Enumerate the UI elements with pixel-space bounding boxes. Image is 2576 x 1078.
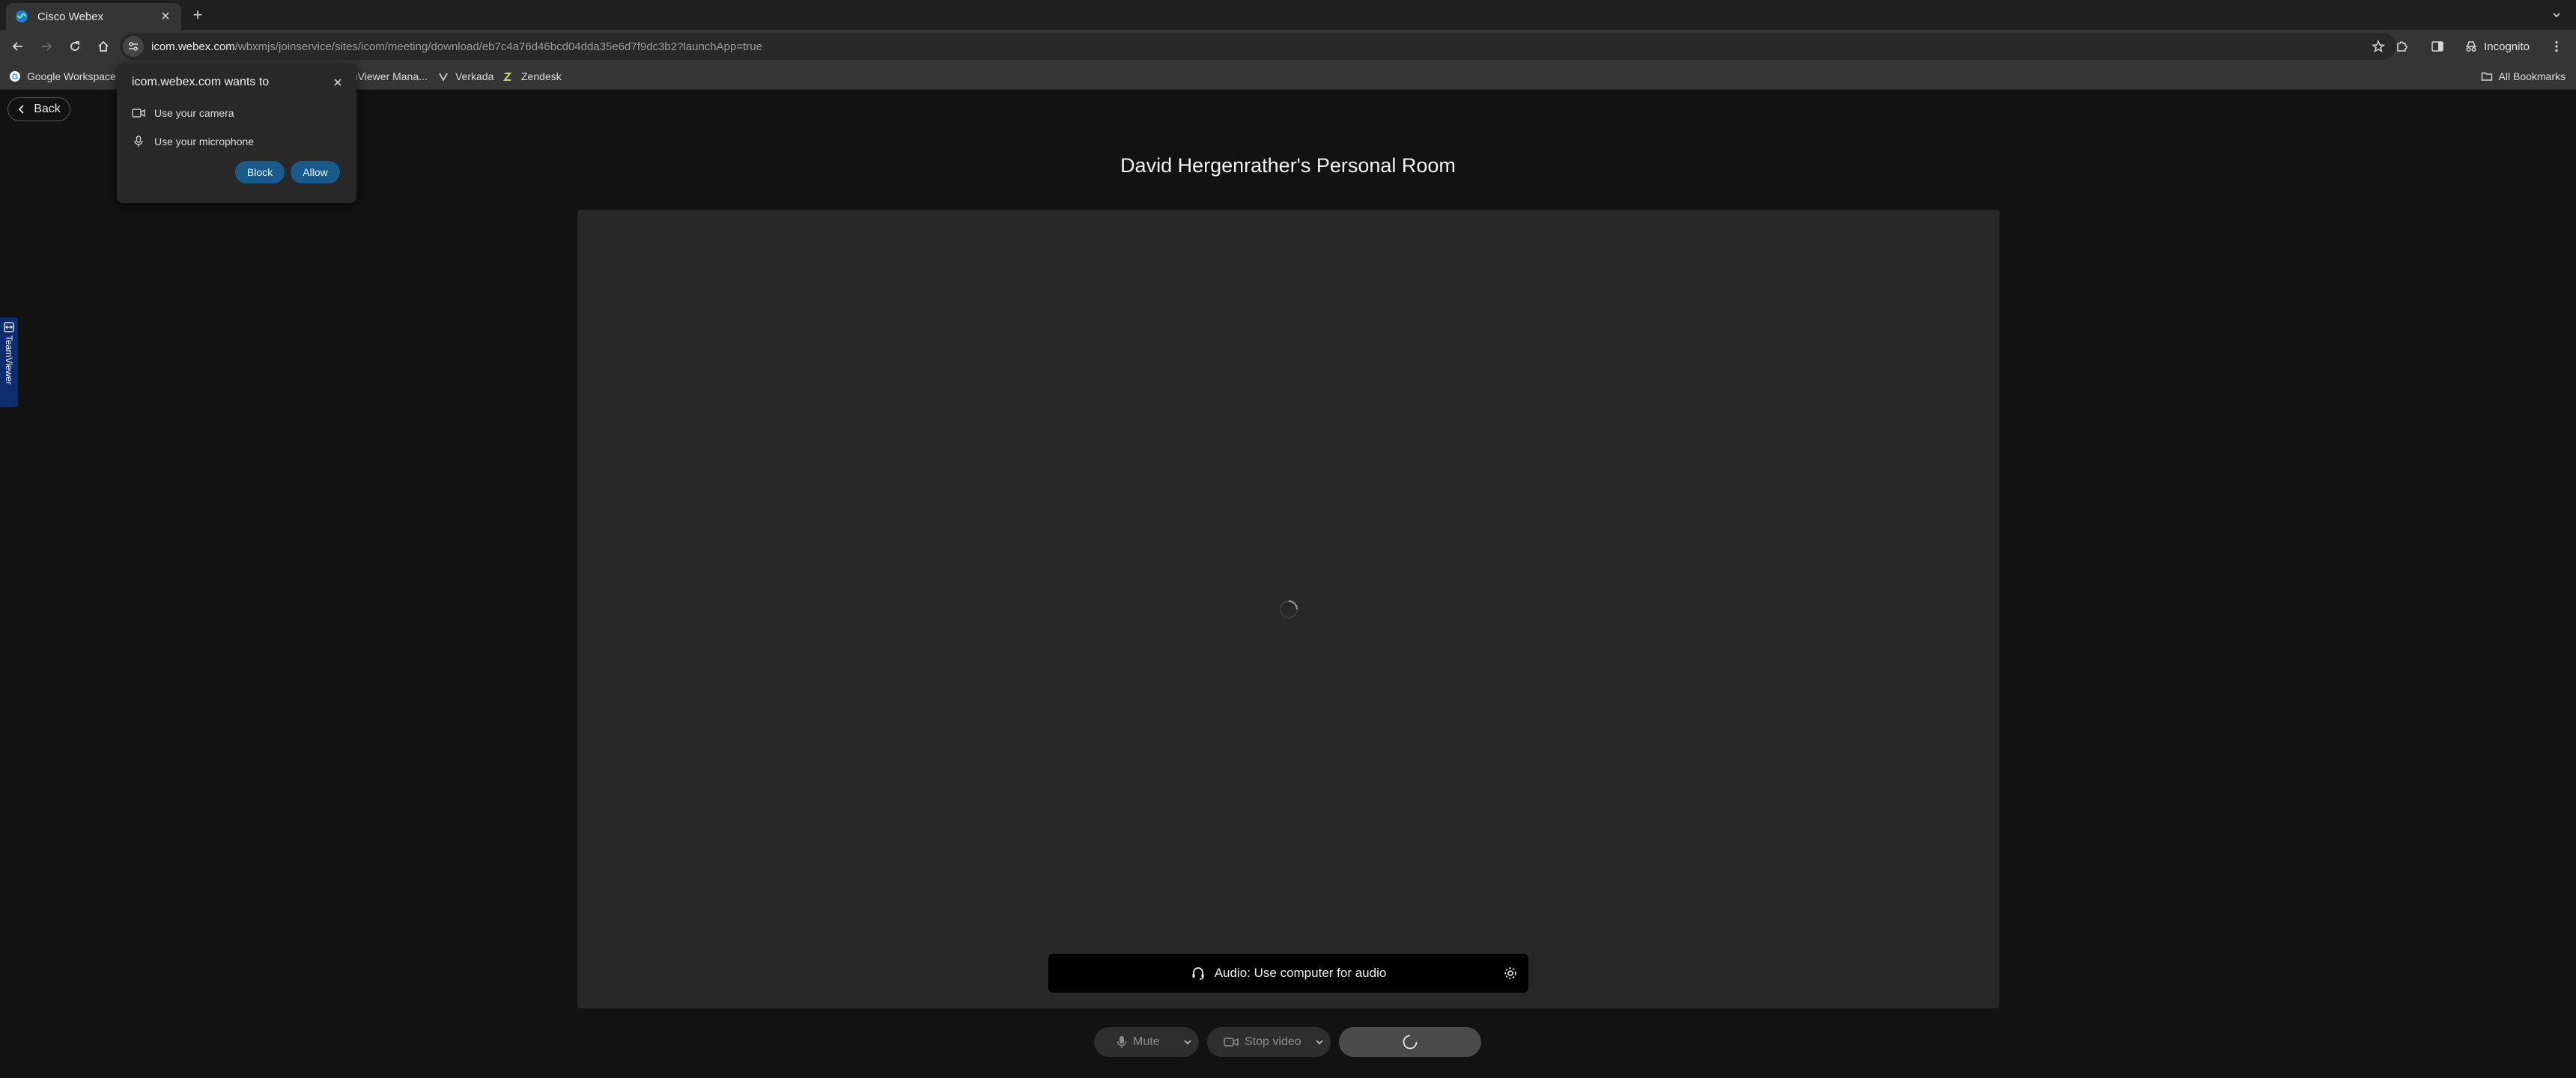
permission-camera-label: Use your camera	[154, 107, 234, 119]
home-icon	[98, 40, 109, 52]
video-camera-icon	[1224, 1038, 1239, 1047]
google-icon: G	[9, 70, 21, 82]
audio-settings-button[interactable]	[1501, 964, 1519, 982]
teamviewer-tab-label: TeamViewer	[4, 335, 14, 385]
video-options-button[interactable]	[1308, 1027, 1331, 1057]
camera-icon	[132, 109, 145, 118]
reload-icon	[70, 41, 79, 51]
tab-title: Cisco Webex	[37, 10, 104, 23]
reload-button[interactable]	[61, 33, 88, 60]
bookmark-label: Google Workspace	[27, 70, 116, 82]
chevron-down-icon	[1184, 1040, 1191, 1045]
browser-toolbar: icom.webex.com/wbxmjs/joinservice/sites/…	[0, 30, 2576, 63]
meeting-controls: Mute Stop video	[0, 1027, 2576, 1057]
incognito-indicator[interactable]: Incognito	[2455, 34, 2539, 58]
back-label: Back	[34, 103, 61, 115]
permission-title: icom.webex.com wants to	[132, 76, 270, 88]
chevron-down-icon	[2553, 13, 2560, 18]
join-meeting-button[interactable]	[1339, 1027, 1481, 1057]
bookmark-zendesk[interactable]: Zendesk	[503, 63, 562, 90]
allow-button[interactable]: Allow	[291, 161, 340, 183]
side-panel-button[interactable]	[2424, 33, 2451, 60]
mute-options-button[interactable]	[1176, 1027, 1199, 1057]
folder-icon	[2481, 70, 2493, 82]
close-icon[interactable]	[331, 76, 344, 89]
permission-camera-row: Use your camera	[132, 107, 234, 119]
bookmark-verkada[interactable]: Verkada	[437, 63, 493, 90]
more-vert-icon	[2555, 40, 2558, 52]
permission-microphone-row: Use your microphone	[132, 135, 254, 147]
bookmark-label: Zendesk	[521, 70, 562, 82]
bookmarks-bar: G Google Workspace mViewer Mana... Verka…	[0, 63, 2576, 90]
bookmark-label: Verkada	[455, 70, 494, 82]
headset-icon	[1192, 967, 1204, 980]
chevron-down-icon	[1316, 1040, 1323, 1045]
browser-tab[interactable]: Cisco Webex ✕	[6, 3, 181, 30]
teamviewer-icon	[4, 322, 14, 332]
stop-video-button[interactable]: Stop video	[1207, 1027, 1331, 1057]
tab-search-button[interactable]	[2548, 6, 2566, 24]
extensions-button[interactable]	[2388, 33, 2415, 60]
audio-label: Audio: Use computer for audio	[1214, 966, 1387, 980]
bookmark-google-workspace[interactable]: G Google Workspace	[9, 63, 116, 90]
page-content: Back David Hergenrather's Personal Room …	[0, 90, 2576, 1078]
tab-strip: Cisco Webex ✕ +	[0, 0, 2576, 30]
site-info-button[interactable]	[123, 36, 144, 57]
puzzle-icon	[2397, 41, 2408, 52]
new-tab-button[interactable]: +	[189, 6, 207, 24]
gear-icon	[1504, 967, 1516, 979]
microphone-icon	[1117, 1036, 1127, 1048]
loading-spinner-icon	[1280, 600, 1298, 618]
home-button[interactable]	[90, 33, 117, 60]
arrow-left-icon	[12, 42, 22, 51]
back-button[interactable]: Back	[7, 97, 70, 121]
permission-microphone-label: Use your microphone	[154, 135, 255, 147]
url-host: icom.webex.com	[151, 40, 235, 53]
audio-selector[interactable]: Audio: Use computer for audio	[1048, 954, 1528, 993]
forward-nav-button[interactable]	[33, 33, 60, 60]
mute-button[interactable]: Mute	[1094, 1027, 1199, 1057]
svg-text:G: G	[12, 73, 19, 82]
permission-prompt: icom.webex.com wants to Use your camera …	[117, 64, 356, 203]
microphone-icon	[134, 135, 143, 147]
zendesk-icon	[503, 70, 515, 82]
mute-label: Mute	[1133, 1035, 1160, 1048]
bookmark-label: mViewer Mana...	[349, 70, 428, 82]
teamviewer-side-tab[interactable]: TeamViewer	[0, 317, 18, 407]
close-tab-icon[interactable]: ✕	[159, 9, 172, 24]
all-bookmarks-label: All Bookmarks	[2498, 70, 2566, 82]
url-text: icom.webex.com/wbxmjs/joinservice/sites/…	[151, 40, 762, 53]
side-panel-icon	[2431, 41, 2443, 52]
address-bar[interactable]: icom.webex.com/wbxmjs/joinservice/sites/…	[120, 33, 2396, 60]
back-nav-button[interactable]	[4, 33, 31, 60]
loading-spinner-icon	[1403, 1035, 1418, 1050]
verkada-icon	[437, 70, 449, 82]
page-title: David Hergenrather's Personal Room	[1120, 154, 1456, 177]
url-path: /wbxmjs/joinservice/sites/icom/meeting/d…	[234, 40, 762, 53]
chevron-left-icon	[18, 105, 24, 114]
browser-menu-button[interactable]	[2543, 33, 2570, 60]
incognito-icon	[2466, 41, 2477, 52]
webex-icon	[15, 10, 28, 23]
arrow-right-icon	[42, 42, 52, 51]
tune-icon	[129, 42, 138, 51]
incognito-label: Incognito	[2484, 40, 2530, 53]
block-button[interactable]: Block	[235, 161, 285, 183]
all-bookmarks-button[interactable]: All Bookmarks	[2481, 63, 2566, 90]
video-label: Stop video	[1245, 1035, 1301, 1048]
